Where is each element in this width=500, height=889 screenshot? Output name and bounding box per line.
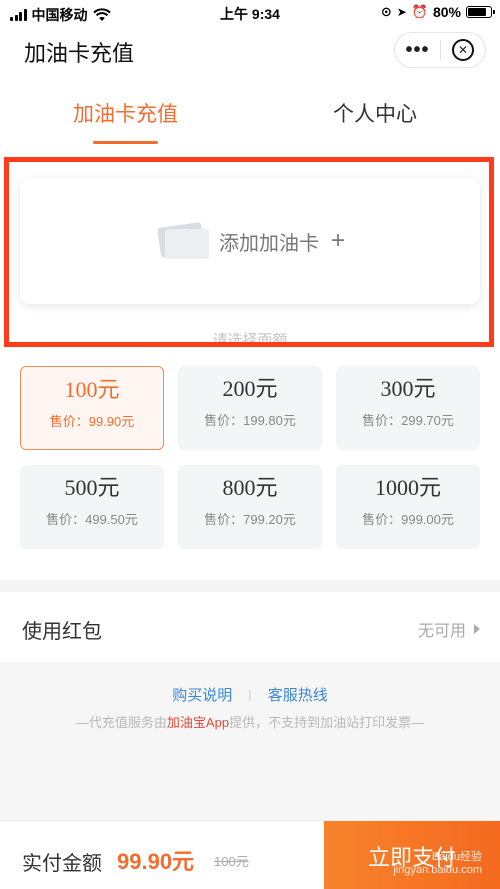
coupon-label: 使用红包	[22, 621, 102, 643]
amount-value: 500元	[64, 475, 120, 500]
location-icon: ➤	[396, 5, 407, 19]
amount-price: 售价：999.00元	[362, 512, 454, 527]
amount-option-500[interactable]: 500元 售价：499.50元	[20, 465, 164, 549]
battery-icon	[466, 6, 495, 18]
amount-price: 售价：799.20元	[204, 512, 296, 527]
battery-percent: 80%	[432, 4, 461, 20]
baidu-watermark: Baidu经验 jingyan.baidu.com	[393, 848, 482, 876]
amount-price: 售价：99.90元	[49, 414, 135, 429]
status-bar: 中国移动 上午 9:34 ⊙ ➤ ⏰ 80%	[0, 0, 500, 26]
card-icon	[155, 222, 211, 259]
close-button[interactable]: ✕	[441, 39, 485, 61]
payment-bar: 实付金额 99.90元 100元 立即支付 Baidu经验 jingyan.ba…	[0, 820, 500, 889]
amount-value: 100元	[64, 377, 120, 402]
active-tab-indicator	[93, 141, 158, 144]
watermark-url: jingyan.baidu.com	[393, 864, 482, 876]
payment-amount: 99.90元	[117, 849, 195, 874]
payment-label: 实付金额	[22, 853, 102, 875]
page: 中国移动 上午 9:34 ⊙ ➤ ⏰ 80% 加油卡充值 ••• ✕ 加油卡充值…	[0, 0, 500, 889]
coupon-status: 无可用	[417, 623, 466, 640]
amount-option-800[interactable]: 800元 售价：799.20元	[178, 465, 322, 549]
original-price: 100元	[214, 854, 249, 869]
amount-option-200[interactable]: 200元 售价：199.80元	[178, 366, 322, 450]
status-right: ⊙ ➤ ⏰ 80%	[380, 4, 495, 20]
chevron-right-icon	[474, 624, 480, 634]
amount-price: 售价：499.50元	[46, 512, 138, 527]
amount-price: 售价：299.70元	[362, 413, 454, 428]
tab-recharge[interactable]: 加油卡充值	[73, 98, 178, 128]
amount-value: 1000元	[374, 475, 441, 500]
amount-option-300[interactable]: 300元 售价：299.70元	[336, 366, 480, 450]
alarm-icon: ⏰	[411, 4, 428, 19]
mini-program-capsule: ••• ✕	[394, 32, 486, 68]
notice-brand: 加油宝App	[166, 715, 230, 730]
amount-option-100[interactable]: 100元 售价：99.90元	[20, 366, 164, 450]
customer-service-link[interactable]: 客服热线	[268, 684, 328, 705]
more-dots-icon[interactable]: •••	[395, 35, 440, 65]
notice-suffix: 提供，不支持到加油站打印发票—	[229, 715, 425, 730]
purchase-instructions-link[interactable]: 购买说明	[172, 684, 232, 705]
coupon-value: 无可用	[418, 617, 480, 641]
tab-personal-center[interactable]: 个人中心	[333, 98, 417, 128]
service-notice: —代充值服务由加油宝App提供，不支持到加油站打印发票—	[0, 712, 500, 731]
add-card-button[interactable]: 添加加油卡 +	[20, 178, 480, 304]
screen-lock-icon: ⊙	[380, 4, 392, 19]
plus-icon: +	[330, 227, 345, 254]
amount-price: 售价：199.80元	[204, 413, 296, 428]
page-title: 加油卡充值	[24, 41, 135, 66]
watermark-title: Baidu经验	[431, 851, 482, 863]
amount-value: 200元	[222, 376, 278, 401]
info-links: 购买说明 | 客服热线	[0, 684, 500, 705]
select-amount-hint: 请选择面额	[212, 332, 288, 349]
section-divider	[0, 580, 500, 592]
pay-now-button[interactable]: 立即支付 Baidu经验 jingyan.baidu.com	[324, 821, 500, 889]
amount-value: 800元	[222, 475, 278, 500]
close-circle-icon: ✕	[451, 39, 474, 61]
coupon-row[interactable]: 使用红包 无可用	[0, 592, 500, 662]
amount-value: 300元	[380, 376, 436, 401]
link-separator: |	[248, 687, 252, 702]
add-card-label: 添加加油卡	[218, 232, 319, 255]
amount-option-1000[interactable]: 1000元 售价：999.00元	[336, 465, 480, 549]
notice-prefix: —代充值服务由	[75, 715, 167, 730]
